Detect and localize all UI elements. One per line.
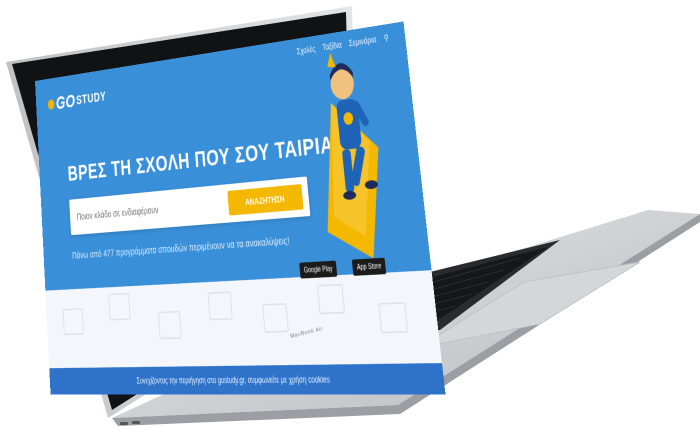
- usb-port-1: [120, 422, 128, 425]
- usb-port-2: [132, 421, 140, 424]
- cookie-notice-text: Συνεχίζοντας την περιήγηση στο gostudy.g…: [136, 374, 331, 386]
- search-box: ΑΝΑΖΗΤΗΣΗ: [69, 176, 311, 236]
- logo-study-text: STUDY: [75, 89, 107, 108]
- category-tile[interactable]: [62, 308, 85, 336]
- gostudy-logo[interactable]: GO STUDY: [47, 86, 107, 115]
- category-tile[interactable]: [157, 310, 182, 340]
- website-screen: Σχολές Ταξίδια Σεμινάρια ⚲ GO STUDY ΒΡΕΣ…: [35, 21, 446, 395]
- cookie-footer-bar: Συνεχίζοντας την περιήγηση στο gostudy.g…: [49, 363, 446, 395]
- category-tile[interactable]: [378, 302, 409, 334]
- category-tile[interactable]: [108, 292, 131, 321]
- logo-mark-icon: [47, 99, 55, 110]
- category-tile[interactable]: [262, 303, 289, 333]
- category-tile[interactable]: [207, 291, 233, 321]
- category-icons-strip: [45, 270, 443, 375]
- google-play-badge[interactable]: Google Play: [299, 260, 338, 279]
- hero-subtitle: Πάνω από 477 προγράμματα σπουδών περιμέν…: [71, 234, 290, 262]
- logo-go-text: GO: [55, 90, 76, 114]
- category-tile[interactable]: [316, 283, 346, 315]
- app-store-badge[interactable]: App Store: [351, 257, 387, 276]
- search-input[interactable]: [69, 184, 230, 236]
- search-button[interactable]: ΑΝΑΖΗΤΗΣΗ: [227, 184, 304, 216]
